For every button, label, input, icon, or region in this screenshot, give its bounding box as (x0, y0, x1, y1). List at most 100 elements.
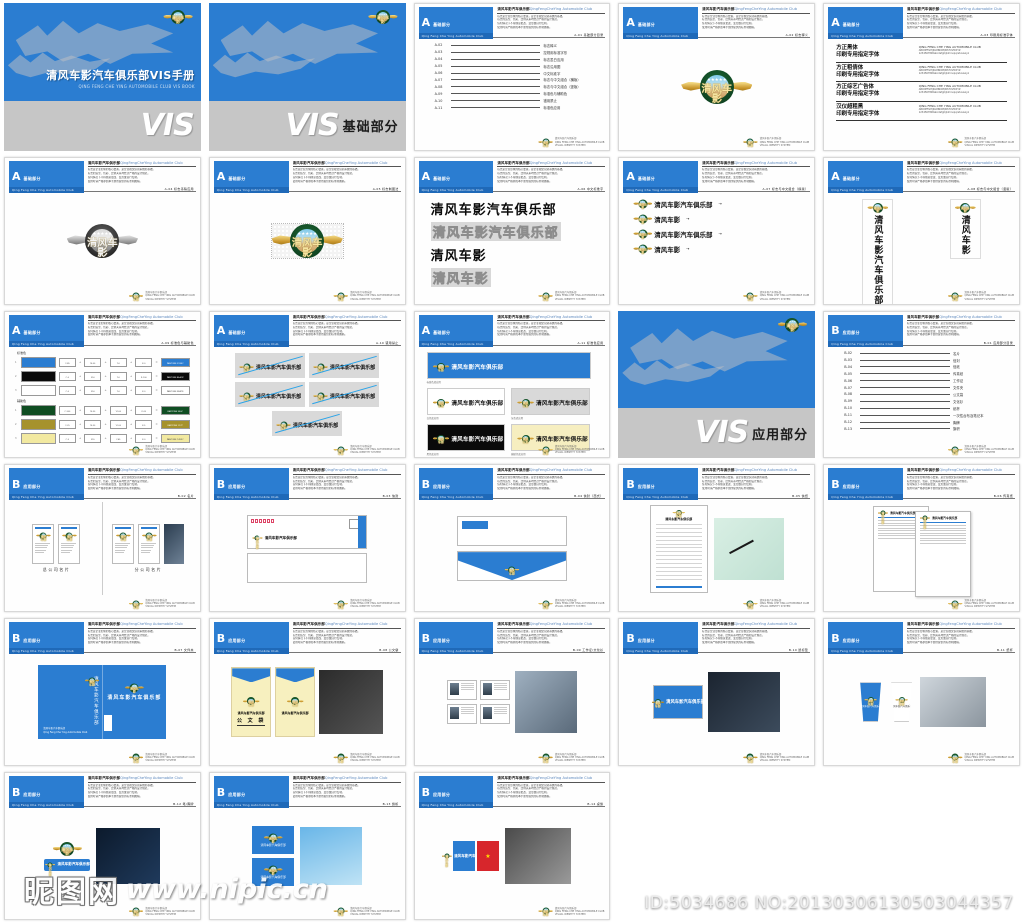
header-title-cn: 清风车影汽车俱乐部 (87, 160, 121, 165)
logo-wordmark-cn: 清风车影 (376, 15, 390, 25)
header-section-badge: A 基础部分 Qing Feng Che Ying Automobile Club (418, 160, 494, 193)
thumbnail-cell[interactable]: A 基础部分 Qing Feng Che Ying Automobile Club 清… (614, 0, 819, 154)
spec-page[interactable]: B 应用部分 Qing Feng Che Ying Automobile Club 清… (4, 772, 201, 920)
palette-index: 2 (15, 422, 17, 426)
thumbnail-cell[interactable]: B 应用部分 Qing Feng Che Ying Automobile Club 清… (205, 461, 410, 615)
thumbnail-cell[interactable]: A 基础部分 Qing Feng Che Ying Automobile Club 清… (410, 0, 615, 154)
header-text-block: 清风车影汽车俱乐部QingFengCheYing Automobile Club… (902, 468, 1015, 500)
thumbnail-cell[interactable]: B 应用部分 Qing Feng Che Ying Automobile Club 清… (410, 461, 615, 615)
thumbnail-cell[interactable]: B 应用部分 Qing Feng Che Ying Automobile Club 清… (0, 615, 205, 769)
spec-page[interactable]: A 基础部分 Qing Feng Che Ying Automobile Club 清… (823, 3, 1020, 151)
header-section-letter: B 应用部分 (12, 633, 81, 644)
spec-page[interactable]: B 应用部分 Qing Feng Che Ying Automobile Club 清… (208, 618, 406, 767)
wordmark-sample: 清风车影 (430, 267, 491, 287)
section-letter: A (831, 170, 840, 184)
spec-page[interactable]: B 应用部分 Qing Feng Che Ying Automobile Club 清… (208, 772, 406, 920)
header-body-line: 使用时请严格参照本手册所提供的标准制图稿。 (497, 179, 552, 183)
lockup-label: 清风车影汽车俱乐部 (57, 862, 90, 867)
spec-page[interactable]: A 基础部分 Qing Feng Che Ying Automobile Club 清… (4, 156, 201, 305)
thumbnail-cell[interactable]: A 基础部分 Qing Feng Che Ying Automobile Club 清… (819, 0, 1024, 154)
section-letter: B (831, 324, 840, 338)
thumbnail-cell[interactable]: A 基础部分 Qing Feng Che Ying Automobile Club 清… (410, 154, 615, 308)
logo-disc: ★★★★★清风车影 (542, 446, 550, 455)
thumbnail-cell[interactable]: A 基础部分 Qing Feng Che Ying Automobile Club 清… (614, 154, 819, 308)
spec-page[interactable]: A 基础部分 Qing Feng Che Ying Automobile Club 清… (4, 310, 201, 459)
spec-page[interactable]: B 应用部分 Qing Feng Che Ying Automobile Club 清… (618, 618, 816, 767)
spec-page[interactable]: A 基础部分 Qing Feng Che Ying Automobile Club 清… (413, 310, 611, 459)
spec-page[interactable]: A 基础部分 Qing Feng Che Ying Automobile Club 清… (208, 156, 406, 305)
docbag: ★★★★★清风车影清风车影汽车俱乐部公 文 袋 (231, 667, 272, 738)
id-badge (446, 680, 477, 701)
logo-emblem: ★★★★★清风车影 (672, 509, 686, 518)
header-section-badge: B 应用部分 Qing Feng Che Ying Automobile Club (9, 468, 84, 501)
spec-page[interactable]: A 基础部分 Qing Feng Che Ying Automobile Club 清… (823, 156, 1020, 305)
thumbnail-cell[interactable]: ★★★★★ 清风车影 VIS 基础部分 (205, 0, 410, 154)
thumbnail-cell[interactable]: B 应用部分 Qing Feng Che Ying Automobile Club 清… (205, 615, 410, 769)
spec-page[interactable]: B 应用部分 Qing Feng Che Ying Automobile Club 清… (823, 618, 1020, 767)
section-letter: B (831, 631, 840, 645)
palette-group-title: 辅助色 (17, 398, 27, 403)
letterhead-rule-lines (655, 524, 702, 584)
thumbnail-cell[interactable]: A 基础部分 Qing Feng Che Ying Automobile Club 清… (410, 308, 615, 462)
header-body-text: 标志是企业形象的核心要素，是企业视觉识别系统的基础。 标志的造型、色彩、比例关系均… (702, 15, 810, 30)
thumbnail-cell[interactable]: A 基础部分 Qing Feng Che Ying Automobile Club 清… (205, 154, 410, 308)
spec-page[interactable]: B 应用部分 Qing Feng Che Ying Automobile Club 清… (4, 464, 201, 613)
spec-page[interactable]: B 应用部分 Qing Feng Che Ying Automobile Club 清… (413, 464, 611, 613)
spec-page[interactable]: B 应用部分 Qing Feng Che Ying Automobile Club 清… (618, 464, 816, 613)
thumbnail-cell[interactable]: B 应用部分 Qing Feng Che Ying Automobile Club 清… (410, 769, 615, 923)
thumbnail-cell[interactable]: A 基础部分 Qing Feng Che Ying Automobile Club 清… (0, 308, 205, 462)
spec-page[interactable]: B 应用部分 Qing Feng Che Ying Automobile Club 清… (208, 464, 406, 613)
logo-wing-r (798, 322, 808, 327)
thumbnail-cell[interactable]: B 应用部分 Qing Feng Che Ying Automobile Club 清… (0, 769, 205, 923)
logo-emblem: ★★★★★清风车影 (36, 532, 51, 541)
palette-plus-sign: + (78, 388, 82, 392)
logo-wing-r (958, 756, 963, 759)
thumbnail-cell[interactable]: ★★★★★ 清风车影 清风车影汽车俱乐部VIS手册 QING FENG CHE YIN… (0, 0, 205, 154)
thumbnail-cell[interactable]: B 应用部分 Qing Feng Che Ying Automobile Club 清… (614, 615, 819, 769)
spec-page[interactable]: A 基础部分 Qing Feng Che Ying Automobile Club 清… (618, 156, 816, 305)
background-usage-note: 灰色底应用 (511, 416, 524, 420)
footer-note: 清风车影汽车俱乐部 QING FENG CHE YING AUTOMOBILE C… (760, 599, 809, 608)
spec-page[interactable]: B 应用部分 Qing Feng Che Ying Automobile Club 清… (4, 618, 201, 767)
thumbnail-cell[interactable]: A 基础部分 Qing Feng Che Ying Automobile Club 清… (205, 308, 410, 462)
lockup-horizontal-list: ★★★★★清风车影清风车影汽车俱乐部→★★★★★清风车影清风车影→★★★★★清风… (625, 195, 808, 258)
thumbnail-cell[interactable]: B 应用部分 Qing Feng Che Ying Automobile Club 清… (819, 461, 1024, 615)
toc-row: A-06 中文标准字 (435, 71, 590, 76)
pen-layout: ★★★★★清风车影★★★★★清风车影清风车影汽车俱乐部 (11, 810, 194, 902)
thumbnail-cell[interactable]: B 应用部分 Qing Feng Che Ying Automobile Club 清… (614, 461, 819, 615)
logo-emblem: ★★★★★清风车影 (947, 600, 963, 609)
header-section-badge: B 应用部分 Qing Feng Che Ying Automobile Club (418, 622, 494, 655)
header-section-letter: A 基础部分 (626, 171, 695, 182)
footer-note: 清风车影汽车俱乐部 QING FENG CHE YING AUTOMOBILE C… (145, 753, 194, 762)
header-body-line: 使用时请严格参照本手册所提供的标准制图稿。 (292, 487, 347, 491)
thumbnail-cell[interactable]: B 应用部分 Qing Feng Che Ying Automobile Club 清… (819, 615, 1024, 769)
spec-page[interactable]: A 基础部分 Qing Feng Che Ying Automobile Club 清… (208, 310, 406, 459)
page-footer: ★★★★★清风车影清风车影汽车俱乐部QING FENG CHE YING AUT… (128, 753, 195, 763)
palette-equals-sign: = (155, 388, 158, 392)
spec-page[interactable]: A 基础部分 Qing Feng Che Ying Automobile Club 清… (413, 156, 611, 305)
thumbnail-cell[interactable]: B 应用部分 Qing Feng Che Ying Automobile Club 清… (205, 769, 410, 923)
spec-page[interactable]: A 基础部分 Qing Feng Che Ying Automobile Club 清… (618, 3, 816, 151)
spec-page[interactable]: B 应用部分 Qing Feng Che Ying Automobile Club 清… (823, 464, 1020, 613)
letterhead-sheet: ★★★★★清风车影清风车影汽车俱乐部 (649, 504, 708, 593)
thumbnail-cell[interactable]: B 应用部分 Qing Feng Che Ying Automobile Club 清… (0, 461, 205, 615)
thumbnail-cell[interactable]: B 应用部分 Qing Feng Che Ying Automobile Club 清… (819, 308, 1024, 462)
typeface-glyphs: QING FENG CHE YING AUTOMOBILE CLUB ABCDEF… (915, 84, 1007, 99)
spec-page[interactable]: B 应用部分 Qing Feng Che Ying Automobile Club 清… (413, 772, 611, 920)
spec-page[interactable]: A 基础部分 Qing Feng Che Ying Automobile Club 清… (413, 3, 611, 151)
background-usage-swatch: ★★★★★清风车影清风车影汽车俱乐部 (426, 387, 506, 415)
logo-disc: ★★★★★清风车影 (85, 223, 120, 259)
toc-label: 旗帜 (953, 427, 960, 432)
header-body-text: 标志是企业形象的核心要素，是企业视觉识别系统的基础。 标志的造型、色彩、比例关系均… (497, 630, 605, 645)
thumbnail-cell[interactable]: ★★★★★ 清风车影 VIS 应用部分 (614, 308, 819, 462)
logo-wordmark-cn: 清风车影 (132, 448, 139, 456)
toc-leader (860, 428, 950, 430)
thumbnail-cell[interactable]: A 基础部分 Qing Feng Che Ying Automobile Club 清… (819, 154, 1024, 308)
logo-disc: ★★★★★清风车影 (872, 202, 883, 213)
spec-page[interactable]: B 应用部分 Qing Feng Che Ying Automobile Club 清… (823, 310, 1020, 459)
page-code: B-04 信封（西式） (574, 494, 604, 499)
logo-wordmark-cn: 清风车影 (747, 294, 754, 302)
spec-page[interactable]: B 应用部分 Qing Feng Che Ying Automobile Club 清… (413, 618, 611, 767)
thumbnail-cell[interactable]: B 应用部分 Qing Feng Che Ying Automobile Club 清… (410, 615, 615, 769)
thumbnail-cell[interactable]: A 基础部分 Qing Feng Che Ying Automobile Club 清… (0, 154, 205, 308)
